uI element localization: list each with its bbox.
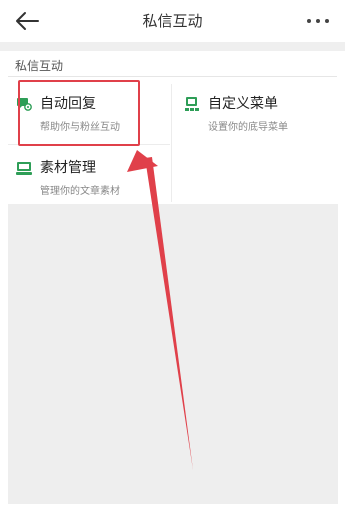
screen: 私信互动 私信互动 自动回复 帮助你与粉丝互动 自定义菜单 设置你的底导菜单 素… [0, 0, 345, 509]
annotation-arrow [127, 150, 193, 470]
